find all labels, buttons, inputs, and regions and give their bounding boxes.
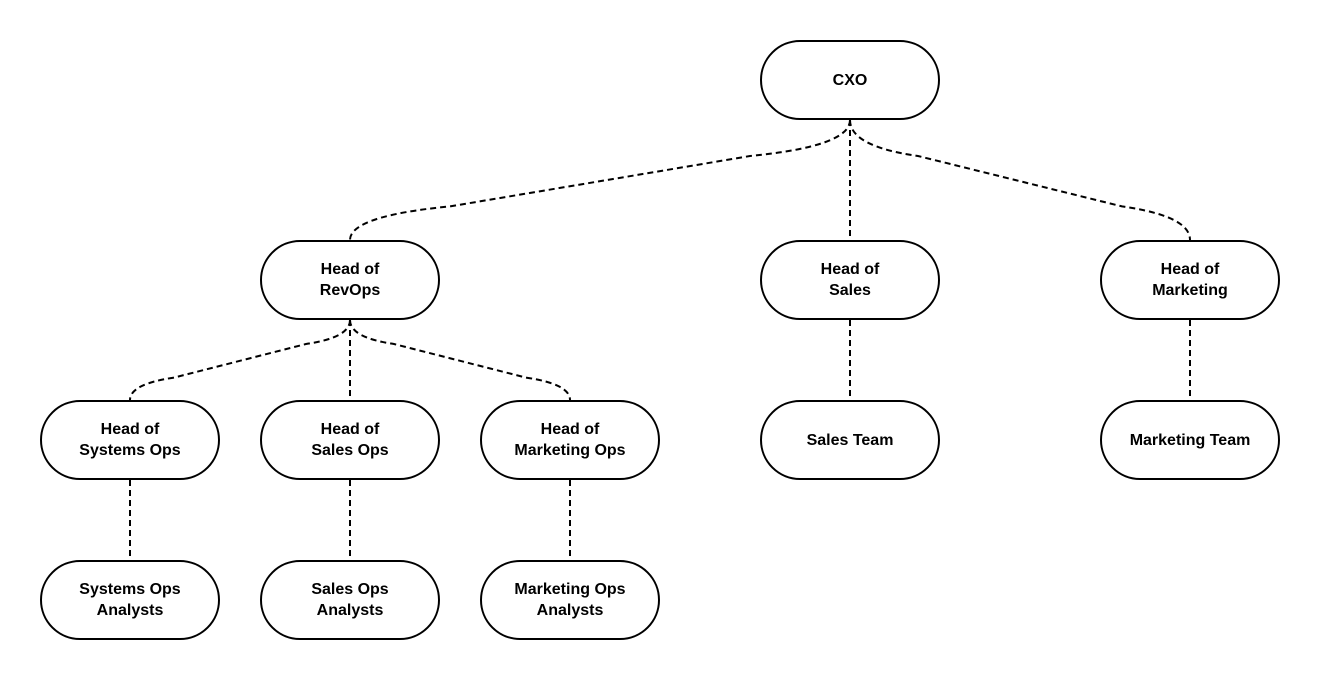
node-label: Head of: [320, 421, 380, 438]
node-head-sales-ops[interactable]: Head of Sales Ops: [260, 400, 440, 480]
node-label: Sales Ops: [311, 442, 389, 459]
node-label: Systems Ops: [79, 442, 181, 459]
node-label: Systems Ops: [79, 581, 181, 598]
node-label: Marketing Ops: [514, 581, 626, 598]
node-sales-team[interactable]: Sales Team: [760, 400, 940, 480]
node-cxo[interactable]: CXO: [760, 40, 940, 120]
node-label: Analysts: [316, 602, 384, 619]
node-label: Analysts: [536, 602, 604, 619]
node-label: Head of: [320, 261, 380, 278]
node-marketing-ops-analysts[interactable]: Marketing Ops Analysts: [480, 560, 660, 640]
node-head-sales[interactable]: Head of Sales: [760, 240, 940, 320]
node-label: Marketing: [1152, 282, 1228, 299]
node-label: RevOps: [319, 282, 381, 299]
node-label: Head of: [540, 421, 600, 438]
connector-cxo-head_revops: [349, 119, 851, 241]
node-label: Analysts: [96, 602, 164, 619]
node-head-revops[interactable]: Head of RevOps: [260, 240, 440, 320]
node-label: Sales Team: [806, 431, 894, 449]
node-label: Head of: [1160, 261, 1220, 278]
node-head-systems-ops[interactable]: Head of Systems Ops: [40, 400, 220, 480]
node-label: Head of: [820, 261, 880, 278]
node-head-marketing[interactable]: Head of Marketing: [1100, 240, 1280, 320]
connector-head_revops-head_marketing_ops: [349, 319, 571, 401]
node-label: Sales Ops: [311, 581, 389, 598]
node-systems-ops-analysts[interactable]: Systems Ops Analysts: [40, 560, 220, 640]
node-label: Sales: [829, 282, 871, 299]
connector-cxo-head_marketing: [849, 119, 1191, 241]
node-label: Marketing Team: [1129, 431, 1251, 449]
node-marketing-team[interactable]: Marketing Team: [1100, 400, 1280, 480]
node-label: CXO: [832, 71, 868, 89]
node-sales-ops-analysts[interactable]: Sales Ops Analysts: [260, 560, 440, 640]
node-label: Marketing Ops: [514, 442, 626, 459]
node-label: Head of: [100, 421, 160, 438]
node-head-marketing-ops[interactable]: Head of Marketing Ops: [480, 400, 660, 480]
org-chart: CXO Head of RevOps Head of Sales Head of Ma…: [0, 0, 1320, 680]
connector-head_revops-head_systems_ops: [129, 319, 351, 401]
